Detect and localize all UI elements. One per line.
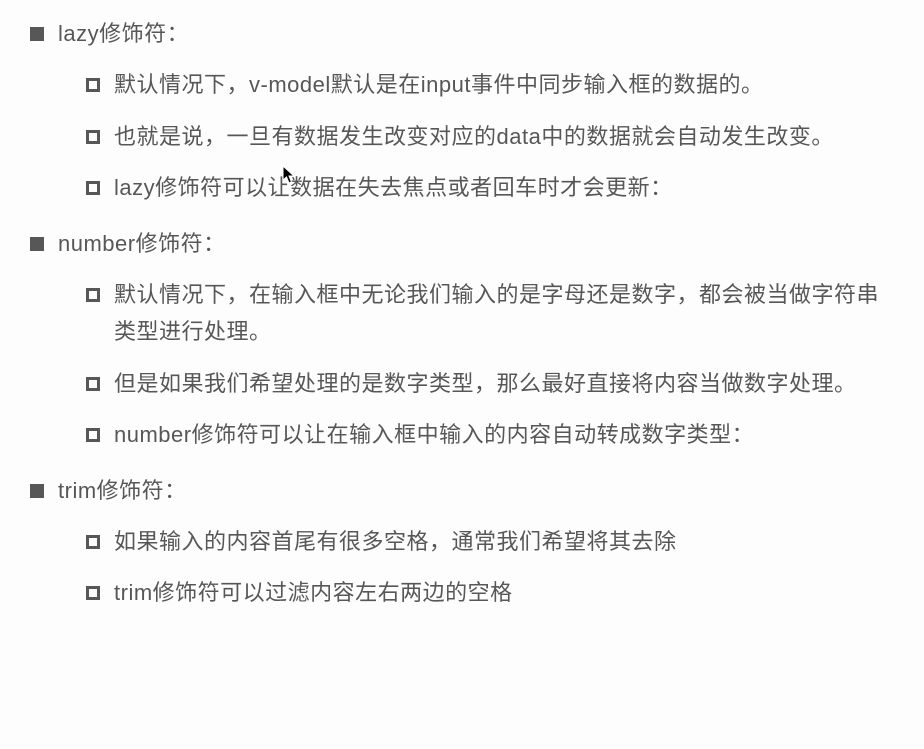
sub-list: 默认情况下，在输入框中无论我们输入的是字母还是数字，都会被当做字符串类型进行处理… <box>86 276 894 454</box>
heading-row: trim修饰符： <box>30 472 894 509</box>
list-item-text: 默认情况下，v-model默认是在input事件中同步输入框的数据的。 <box>114 66 894 103</box>
bullet-filled-icon <box>30 27 44 41</box>
bullet-hollow-icon <box>86 288 100 302</box>
bullet-hollow-icon <box>86 181 100 195</box>
bullet-hollow-icon <box>86 428 100 442</box>
bullet-hollow-icon <box>86 586 100 600</box>
section-trim: trim修饰符： 如果输入的内容首尾有很多空格，通常我们希望将其去除 trim修… <box>30 472 894 612</box>
list-item-text: lazy修饰符可以让数据在失去焦点或者回车时才会更新： <box>114 169 894 206</box>
heading-row: number修饰符： <box>30 225 894 262</box>
list-item-text: number修饰符可以让在输入框中输入的内容自动转成数字类型： <box>114 416 894 453</box>
heading-text: lazy修饰符： <box>58 15 189 52</box>
list-item-text: 也就是说，一旦有数据发生改变对应的data中的数据就会自动发生改变。 <box>114 118 894 155</box>
list-item: number修饰符可以让在输入框中输入的内容自动转成数字类型： <box>86 416 894 453</box>
bullet-hollow-icon <box>86 130 100 144</box>
bullet-filled-icon <box>30 237 44 251</box>
list-item: 如果输入的内容首尾有很多空格，通常我们希望将其去除 <box>86 523 894 560</box>
section-number: number修饰符： 默认情况下，在输入框中无论我们输入的是字母还是数字，都会被… <box>30 225 894 454</box>
list-item: trim修饰符可以过滤内容左右两边的空格 <box>86 574 894 611</box>
list-item-text: 默认情况下，在输入框中无论我们输入的是字母还是数字，都会被当做字符串类型进行处理… <box>114 276 894 351</box>
list-item: 默认情况下，v-model默认是在input事件中同步输入框的数据的。 <box>86 66 894 103</box>
list-item-text: 但是如果我们希望处理的是数字类型，那么最好直接将内容当做数字处理。 <box>114 365 894 402</box>
list-item-text: 如果输入的内容首尾有很多空格，通常我们希望将其去除 <box>114 523 894 560</box>
list-item: 但是如果我们希望处理的是数字类型，那么最好直接将内容当做数字处理。 <box>86 365 894 402</box>
list-item-text: trim修饰符可以过滤内容左右两边的空格 <box>114 574 894 611</box>
heading-text: trim修饰符： <box>58 472 187 509</box>
bullet-hollow-icon <box>86 78 100 92</box>
list-item: 也就是说，一旦有数据发生改变对应的data中的数据就会自动发生改变。 <box>86 118 894 155</box>
section-lazy: lazy修饰符： 默认情况下，v-model默认是在input事件中同步输入框的… <box>30 15 894 207</box>
sub-list: 默认情况下，v-model默认是在input事件中同步输入框的数据的。 也就是说… <box>86 66 894 206</box>
sub-list: 如果输入的内容首尾有很多空格，通常我们希望将其去除 trim修饰符可以过滤内容左… <box>86 523 894 612</box>
list-item: 默认情况下，在输入框中无论我们输入的是字母还是数字，都会被当做字符串类型进行处理… <box>86 276 894 351</box>
bullet-hollow-icon <box>86 535 100 549</box>
bullet-hollow-icon <box>86 377 100 391</box>
list-item: lazy修饰符可以让数据在失去焦点或者回车时才会更新： <box>86 169 894 206</box>
heading-row: lazy修饰符： <box>30 15 894 52</box>
bullet-filled-icon <box>30 484 44 498</box>
heading-text: number修饰符： <box>58 225 226 262</box>
